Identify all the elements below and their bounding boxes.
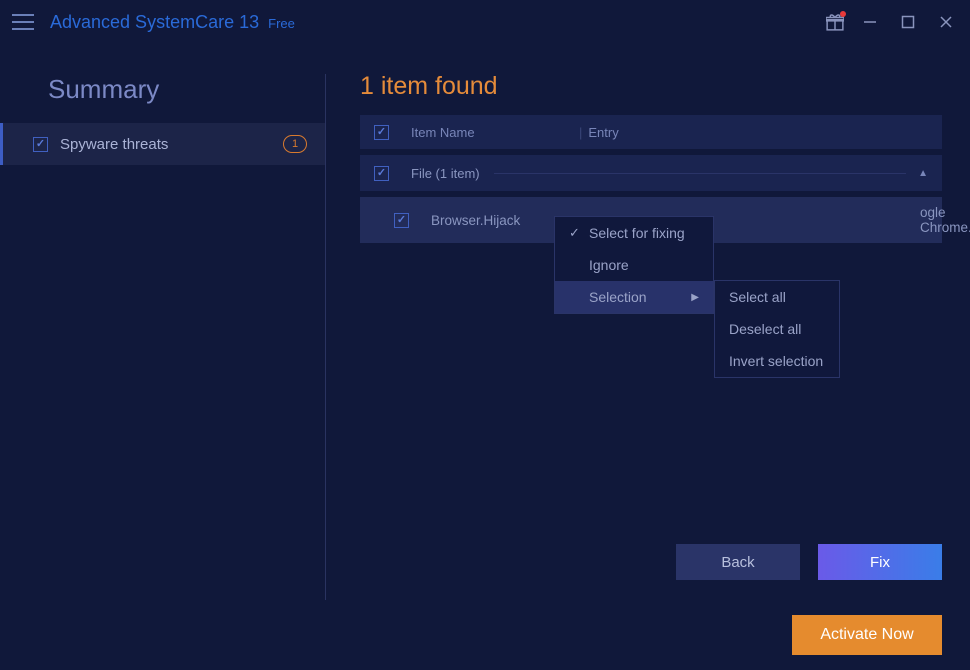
- group-label: File (1 item): [411, 166, 480, 181]
- sidebar-title: Summary: [0, 64, 325, 123]
- ctx-deselect-all[interactable]: Deselect all: [715, 313, 839, 345]
- ctx-invert-selection[interactable]: Invert selection: [715, 345, 839, 377]
- threat-checkbox[interactable]: [394, 213, 409, 228]
- minimize-button[interactable]: [858, 10, 882, 34]
- sidebar: Summary Spyware threats 1: [0, 44, 325, 600]
- ctx-selection[interactable]: Selection ▶: [555, 281, 713, 313]
- maximize-button[interactable]: [896, 10, 920, 34]
- content-panel: 1 item found Item Name | Entry File (1 i…: [326, 44, 970, 600]
- app-title: Advanced SystemCare 13 Free: [50, 12, 295, 33]
- close-button[interactable]: [934, 10, 958, 34]
- table-header: Item Name | Entry: [360, 115, 942, 149]
- fix-button[interactable]: Fix: [818, 544, 942, 580]
- check-icon: ✓: [569, 225, 581, 241]
- notification-dot-icon: [840, 11, 846, 17]
- activate-now-button[interactable]: Activate Now: [792, 615, 942, 655]
- action-buttons: Back Fix: [360, 530, 942, 600]
- group-row-file[interactable]: File (1 item) ▲: [360, 155, 942, 191]
- titlebar: Advanced SystemCare 13 Free: [0, 0, 970, 44]
- select-all-checkbox[interactable]: [374, 125, 389, 140]
- gift-icon[interactable]: [826, 13, 844, 31]
- threat-count-badge: 1: [283, 135, 307, 153]
- hamburger-menu-icon[interactable]: [12, 8, 40, 36]
- chevron-right-icon: ▶: [691, 292, 699, 303]
- context-submenu: Select all Deselect all Invert selection: [714, 280, 840, 378]
- column-item-name: Item Name: [411, 125, 579, 140]
- collapse-icon[interactable]: ▲: [918, 168, 928, 179]
- threat-entry: ogle Chrome.lnk: [920, 205, 970, 235]
- ctx-select-all[interactable]: Select all: [715, 281, 839, 313]
- ctx-select-for-fixing[interactable]: ✓ Select for fixing: [555, 217, 713, 249]
- sidebar-item-label: Spyware threats: [60, 136, 168, 153]
- sidebar-item-spyware-threats[interactable]: Spyware threats 1: [0, 123, 325, 165]
- sidebar-item-checkbox[interactable]: [33, 137, 48, 152]
- group-checkbox[interactable]: [374, 166, 389, 181]
- edition-label: Free: [268, 16, 295, 31]
- result-heading: 1 item found: [360, 72, 942, 101]
- column-entry: Entry: [588, 125, 618, 140]
- back-button[interactable]: Back: [676, 544, 800, 580]
- context-menu: ✓ Select for fixing Ignore Selection ▶: [554, 216, 714, 314]
- footer: Activate Now: [0, 600, 970, 670]
- ctx-ignore[interactable]: Ignore: [555, 249, 713, 281]
